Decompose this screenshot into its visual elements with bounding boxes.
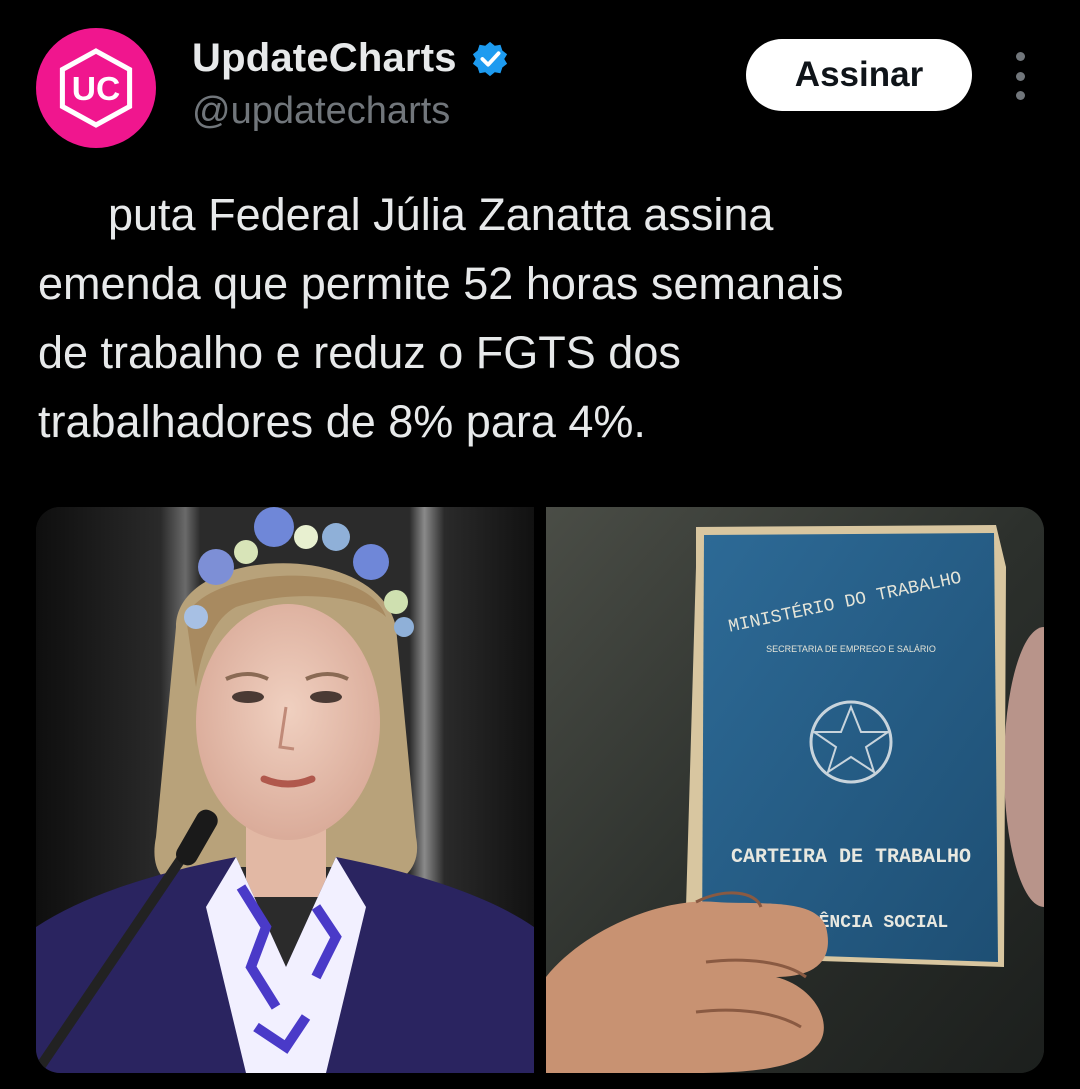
photo-right[interactable]: MINISTÉRIO DO TRABALHO SECRETARIA DE EMP… xyxy=(546,507,1044,1073)
handle[interactable]: @updatecharts xyxy=(192,90,450,133)
tweet-media: MINISTÉRIO DO TRABALHO SECRETARIA DE EMP… xyxy=(36,507,1044,1073)
booklet-title-1: CARTEIRA DE TRABALHO xyxy=(731,846,971,869)
uc-logo-icon: UC xyxy=(59,48,133,128)
tweet-line-1: puta Federal Júlia Zanatta assina xyxy=(108,189,774,240)
verified-badge-icon xyxy=(471,40,509,78)
photo-left[interactable] xyxy=(36,507,534,1073)
work-booklet-image: MINISTÉRIO DO TRABALHO SECRETARIA DE EMP… xyxy=(546,507,1044,1073)
tweet-line-2: emenda que permite 52 horas semanais xyxy=(38,258,844,309)
subscribe-button[interactable]: Assinar xyxy=(746,39,972,111)
tweet-line-3: de trabalho e reduz o FGTS dos xyxy=(38,327,681,378)
name-row: UpdateCharts xyxy=(192,36,509,81)
avatar[interactable]: UC xyxy=(36,28,156,148)
display-name[interactable]: UpdateCharts xyxy=(192,36,457,81)
more-vertical-icon[interactable] xyxy=(1004,52,1036,100)
tweet-line-4: trabalhadores de 8% para 4%. xyxy=(38,396,646,447)
booklet-sub-text: SECRETARIA DE EMPREGO E SALÁRIO xyxy=(766,644,936,654)
woman-portrait-image xyxy=(36,507,534,1073)
svg-text:UC: UC xyxy=(72,71,121,108)
tweet-text: puta Federal Júlia Zanatta assina emenda… xyxy=(38,180,1048,456)
